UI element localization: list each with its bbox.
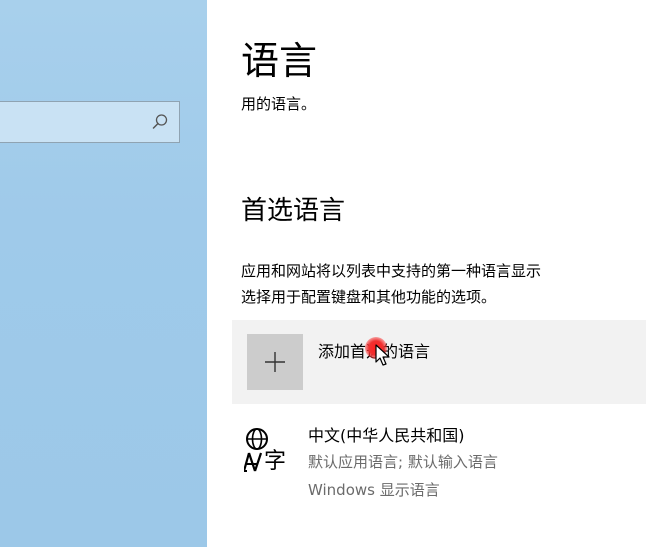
mouse-cursor-icon [375, 344, 390, 366]
navigation-pane [0, 0, 207, 547]
language-item-zh-cn[interactable]: 字 中文(中华人民共和国) 默认应用语言; 默认输入语言 Windows 显示语… [232, 412, 646, 512]
description-line-2: 选择用于配置键盘和其他功能的选项。 [241, 288, 497, 306]
language-name: 中文(中华人民共和国) [308, 426, 465, 445]
preferred-languages-description: 应用和网站将以列表中支持的第一种语言显示 选择用于配置键盘和其他功能的选项。 [241, 258, 541, 310]
plus-icon[interactable] [247, 334, 303, 390]
settings-content: 语言 用的语言。 首选语言 应用和网站将以列表中支持的第一种语言显示 选择用于配… [207, 0, 646, 547]
language-detail-line-1: 默认应用语言; 默认输入语言 [308, 453, 498, 471]
search-icon[interactable] [151, 113, 169, 131]
language-detail-line-2: Windows 显示语言 [308, 481, 440, 499]
search-input[interactable] [0, 102, 156, 142]
add-language-button[interactable]: 添加首选的语言 [232, 320, 646, 404]
svg-text:字: 字 [264, 449, 286, 474]
preferred-languages-title: 首选语言 [241, 196, 346, 226]
description-line-1: 应用和网站将以列表中支持的第一种语言显示 [241, 262, 542, 280]
page-title: 语言 [241, 39, 318, 83]
language-details: 默认应用语言; 默认输入语言 Windows 显示语言 [308, 448, 498, 504]
page-description: 用的语言。 [241, 95, 317, 113]
search-box[interactable] [0, 101, 180, 143]
language-icon: 字 [244, 428, 286, 474]
